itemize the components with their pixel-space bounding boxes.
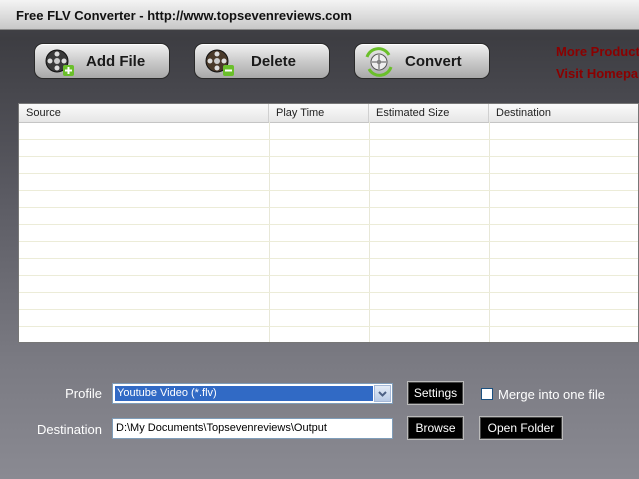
film-reel-add-icon [45,49,74,76]
empty-row [19,259,638,276]
empty-row [19,191,638,208]
convert-button[interactable]: Convert [354,43,490,79]
merge-label: Merge into one file [498,387,605,402]
dropdown-arrow[interactable] [374,385,391,402]
empty-row [19,293,638,310]
film-reel-delete-icon [205,49,234,76]
empty-row [19,174,638,191]
destination-label: Destination [36,422,102,437]
convert-label: Convert [405,53,462,70]
file-list-table[interactable]: Source Play Time Estimated Size Destinat… [18,103,639,343]
empty-row [19,327,638,342]
settings-button[interactable]: Settings [407,381,464,405]
empty-row [19,140,638,157]
file-list-header: Source Play Time Estimated Size Destinat… [19,104,638,123]
browse-button[interactable]: Browse [407,416,464,440]
empty-row [19,310,638,327]
empty-row [19,225,638,242]
profile-label: Profile [65,386,102,401]
column-header-destination[interactable]: Destination [489,104,638,122]
delete-button[interactable]: Delete [194,43,330,79]
empty-row [19,208,638,225]
title-bar: Free FLV Converter - http://www.topseven… [0,0,639,30]
window-title: Free FLV Converter - http://www.topseven… [16,8,352,23]
empty-row [19,157,638,174]
add-file-label: Add File [86,53,146,70]
add-file-button[interactable]: Add File [34,43,170,79]
empty-row [19,123,638,140]
convert-reel-icon [365,47,393,77]
destination-input[interactable]: D:\My Documents\Topsevenreviews\Output [112,418,393,439]
chevron-down-icon [378,391,387,397]
profile-select[interactable]: Youtube Video (*.flv) [112,383,393,404]
open-folder-button[interactable]: Open Folder [479,416,563,440]
profile-selected-value: Youtube Video (*.flv) [115,386,373,401]
merge-checkbox[interactable] [481,388,493,400]
delete-label: Delete [251,53,297,70]
column-header-source[interactable]: Source [19,104,269,122]
column-header-estimated-size[interactable]: Estimated Size [369,104,489,122]
empty-row [19,276,638,293]
visit-homepage-link[interactable]: Visit Homepa [556,66,638,81]
more-products-link[interactable]: More Product [556,44,639,59]
column-header-play-time[interactable]: Play Time [269,104,369,122]
empty-row [19,242,638,259]
